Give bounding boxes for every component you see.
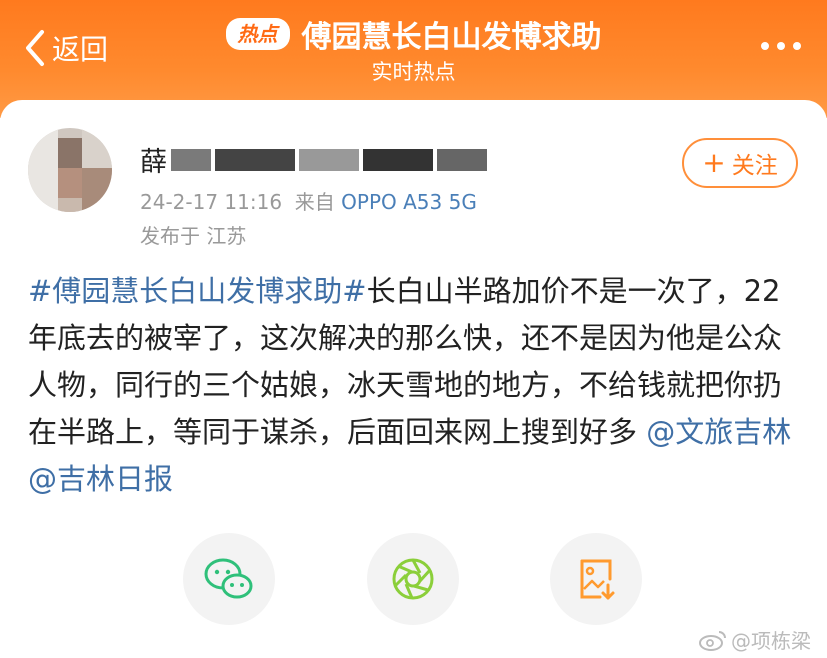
page-subtitle: 实时热点 (371, 60, 456, 84)
weibo-logo-icon (699, 630, 726, 651)
redacted-block (437, 148, 487, 171)
redacted-block (171, 148, 211, 171)
avatar[interactable] (28, 128, 112, 212)
post-location: 发布于 江苏 (140, 220, 246, 249)
hashtag-link[interactable]: #傅园慧长白山发博求助# (28, 274, 367, 308)
dot-icon (761, 42, 769, 50)
dot-icon (793, 42, 801, 50)
dot-icon (777, 42, 785, 50)
watermark-text: @项栋梁 (731, 629, 811, 653)
follow-label: 关注 (731, 153, 778, 179)
location-prefix: 发布于 (140, 224, 200, 248)
mention-link[interactable]: @文旅吉林 (646, 415, 791, 449)
location-name: 江苏 (206, 224, 247, 248)
username-text: 薛 (140, 147, 167, 178)
post-meta: 24-2-17 11:16 来自 OPPO A53 5G (140, 186, 477, 215)
save-image-button[interactable] (550, 533, 642, 625)
watermark: @项栋梁 (699, 625, 811, 654)
share-moments-button[interactable] (367, 533, 459, 625)
redacted-block (215, 148, 295, 171)
redacted-block (363, 148, 433, 171)
moments-icon (392, 558, 434, 600)
post-card: 薛 24-2-17 11:16 来自 OPPO A53 5G 发布于 江苏 + … (0, 100, 827, 658)
device-name: OPPO A53 5G (341, 190, 477, 214)
wechat-icon (204, 558, 253, 599)
username[interactable]: 薛 (140, 140, 487, 179)
timestamp: 24-2-17 11:16 (140, 190, 283, 214)
follow-button[interactable]: + 关注 (682, 138, 798, 188)
redacted-block (299, 148, 359, 171)
share-wechat-button[interactable] (183, 533, 275, 625)
title-row: 热点 傅园慧长白山发博求助 (0, 12, 827, 56)
more-options-button[interactable] (761, 42, 801, 50)
page-title: 傅园慧长白山发博求助 (301, 20, 602, 55)
post-body: #傅园慧长白山发博求助#长白山半路加价不是一次了，22年底去的被宰了，这次解决的… (28, 268, 798, 503)
save-image-icon (580, 559, 615, 600)
source-prefix: 来自 (294, 190, 335, 214)
plus-icon: + (702, 146, 726, 179)
hot-badge: 热点 (225, 18, 290, 50)
mention-link[interactable]: @吉林日报 (28, 462, 173, 496)
